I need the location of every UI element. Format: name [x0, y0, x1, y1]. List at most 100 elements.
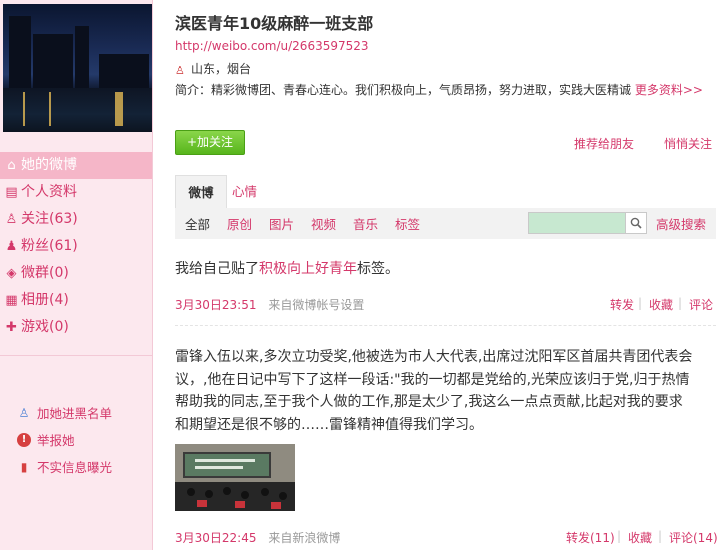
post-date[interactable]: 3月30日23:51 [175, 298, 257, 312]
search-input[interactable] [528, 212, 626, 234]
person-icon: ♙ [175, 64, 185, 77]
image-figure [205, 490, 213, 498]
sidebar-item-label: 相册(4) [21, 292, 69, 308]
action-separator: | [638, 296, 643, 310]
blacklist-link[interactable]: ♙ 加她进黑名单 [0, 400, 152, 427]
image-figure [187, 488, 195, 496]
repost-button[interactable]: 转发 [610, 296, 634, 313]
intro-text: 简介：精彩微博团、青春心连心。我们积极向上，气质昂扬，努力进取，实践大医精诚 [175, 83, 632, 97]
sidebar-item-album[interactable]: ▦ 相册(4) [0, 287, 152, 314]
more-info-link[interactable]: 更多资料>> [635, 83, 703, 97]
rumor-icon: ▮ [20, 460, 28, 474]
avatar-building [99, 54, 149, 88]
avatar-building [9, 16, 31, 88]
post-image[interactable] [175, 444, 295, 511]
favorite-button[interactable]: 收藏 [628, 529, 652, 546]
profile-card-icon: ▤ [5, 185, 18, 200]
image-figure [261, 488, 269, 496]
album-icon: ▦ [5, 293, 18, 308]
sidebar-nav: ⌂ 她的微博 ▤ 个人资料 ♙ 关注(63) ♟ 粉丝(61) ◈ 微群(0) … [0, 152, 152, 341]
sidebar-item-label: 粉丝(61) [21, 238, 78, 254]
whisper-follow-link[interactable]: 悄悄关注 [664, 135, 712, 152]
sidebar-item-following[interactable]: ♙ 关注(63) [0, 206, 152, 233]
avatar-reflection [115, 92, 123, 126]
sidebar-divider [0, 355, 152, 356]
filter-tags[interactable]: 标签 [395, 208, 420, 241]
tab-bar: 微博 心情 [175, 175, 716, 209]
report-link[interactable]: ! 举报她 [0, 427, 152, 454]
post-meta: 3月30日23:51 来自微博帐号设置 [175, 296, 364, 313]
image-figure [241, 491, 249, 499]
filter-images[interactable]: 图片 [269, 208, 294, 241]
avatar-water [3, 88, 152, 132]
sidebar-item-fans[interactable]: ♟ 粉丝(61) [0, 233, 152, 260]
rumor-label: 不实信息曝光 [37, 460, 113, 475]
profile-location: ♙ 山东，烟台 [175, 60, 251, 78]
sidebar: ⌂ 她的微博 ▤ 个人资料 ♙ 关注(63) ♟ 粉丝(61) ◈ 微群(0) … [0, 0, 153, 550]
game-icon: ✚ [6, 320, 17, 335]
search-button[interactable] [625, 212, 647, 234]
action-separator: | [678, 296, 683, 310]
filter-videos[interactable]: 视频 [311, 208, 336, 241]
sidebar-item-label: 她的微博 [21, 157, 77, 173]
advanced-search-link[interactable]: 高级搜索 [656, 208, 706, 241]
image-figure [235, 501, 245, 508]
image-figure [223, 487, 231, 495]
report-label: 举报她 [37, 433, 75, 448]
profile-intro: 简介：精彩微博团、青春心连心。我们积极向上，气质昂扬，努力进取，实践大医精诚 更… [175, 81, 703, 98]
block-user-icon: ♙ [18, 406, 30, 420]
report-icon: ! [17, 433, 31, 447]
group-icon: ◈ [6, 266, 17, 281]
sidebar-item-groups[interactable]: ◈ 微群(0) [0, 260, 152, 287]
home-icon: ⌂ [7, 158, 16, 173]
rumor-link[interactable]: ▮ 不实信息曝光 [0, 454, 152, 481]
post-source[interactable]: 来自新浪微博 [268, 531, 340, 545]
action-separator: | [658, 529, 663, 543]
filter-music[interactable]: 音乐 [353, 208, 378, 241]
users-icon: ♟ [5, 239, 18, 254]
avatar-building [75, 26, 89, 88]
repost-button[interactable]: 转发(11) [566, 529, 615, 546]
profile-url[interactable]: http://weibo.com/u/2663597523 [175, 39, 369, 53]
sidebar-item-games[interactable]: ✚ 游戏(0) [0, 314, 152, 341]
image-figure [279, 492, 287, 500]
sidebar-item-label: 游戏(0) [21, 319, 69, 335]
tab-mood[interactable]: 心情 [232, 175, 257, 207]
blacklist-label: 加她进黑名单 [37, 406, 113, 421]
avatar-reflection [23, 92, 25, 126]
sidebar-item-label: 个人资料 [21, 184, 77, 200]
image-blackboard [183, 452, 271, 478]
recommend-link[interactable]: 推荐给朋友 [574, 135, 634, 152]
filter-bar: 全部 原创 图片 视频 音乐 标签 高级搜索 [175, 208, 716, 239]
sidebar-item-profile[interactable]: ▤ 个人资料 [0, 179, 152, 206]
post-divider [175, 325, 716, 326]
main-content: 滨医青年10级麻醉一班支部 http://weibo.com/u/2663597… [153, 0, 728, 550]
user-icon: ♙ [5, 212, 18, 227]
sidebar-item-label: 关注(63) [21, 211, 78, 227]
action-separator: | [617, 529, 622, 543]
avatar-reflection [49, 92, 51, 126]
filter-original[interactable]: 原创 [227, 208, 252, 241]
post-tag-link[interactable]: 积极向上好青年 [259, 261, 357, 277]
sidebar-item-weibo[interactable]: ⌂ 她的微博 [0, 152, 152, 179]
comment-button[interactable]: 评论 [689, 296, 713, 313]
post-meta: 3月30日22:45 来自新浪微博 [175, 529, 340, 546]
post-text-prefix: 我给自己贴了 [175, 261, 259, 277]
avatar[interactable] [3, 4, 152, 132]
tab-weibo[interactable]: 微博 [175, 175, 227, 209]
avatar-building [33, 34, 73, 88]
post-date[interactable]: 3月30日22:45 [175, 531, 257, 545]
filter-all[interactable]: 全部 [185, 208, 210, 241]
post-text-suffix: 标签。 [357, 261, 399, 277]
comment-button[interactable]: 评论(14) [669, 529, 718, 546]
location-text: 山东，烟台 [191, 62, 252, 76]
image-figure [197, 500, 207, 507]
favorite-button[interactable]: 收藏 [649, 296, 673, 313]
post-text: 雷锋入伍以来,多次立功受奖,他被选为市人大代表,出席过沈阳军区首届共青团代表会议… [175, 349, 693, 433]
image-figure [271, 502, 281, 509]
follow-button[interactable]: +加关注 [175, 130, 245, 155]
sidebar-actions: ♙ 加她进黑名单 ! 举报她 ▮ 不实信息曝光 [0, 400, 152, 481]
post-text: 我给自己贴了积极向上好青年标签。 [175, 258, 399, 278]
post-source: 来自微博帐号设置 [268, 298, 365, 312]
search-icon [630, 217, 642, 229]
